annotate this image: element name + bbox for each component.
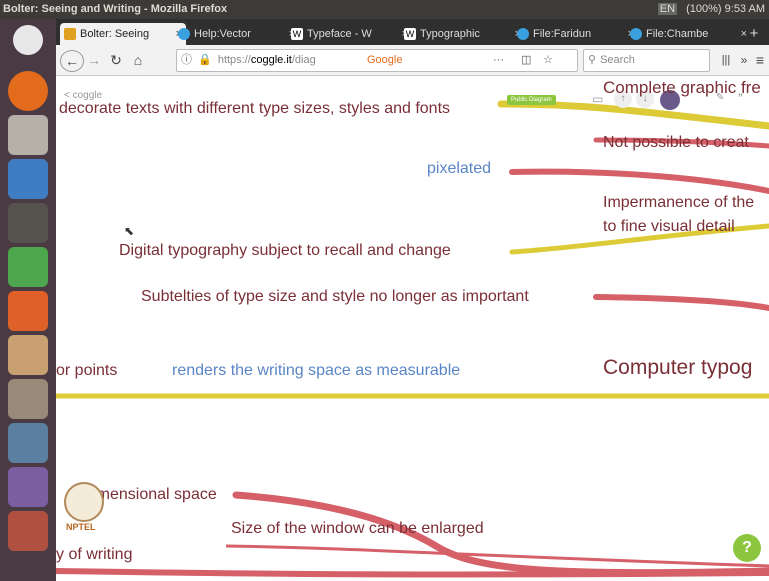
wiki-favicon-icon xyxy=(517,28,529,40)
tab-label: Typeface - W xyxy=(307,28,372,40)
calc-icon[interactable] xyxy=(8,247,48,287)
files-icon[interactable] xyxy=(8,115,48,155)
url-domain: coggle.it xyxy=(250,54,292,66)
mouse-cursor-icon: ⬉ xyxy=(124,224,135,238)
software-center-icon[interactable] xyxy=(8,291,48,331)
tab-typographic[interactable]: W Typographic× xyxy=(400,23,525,45)
node-impermanence-2[interactable]: to fine visual detail xyxy=(603,218,735,236)
branch-subtelties xyxy=(593,294,769,311)
node-not-possible[interactable]: Not possible to creat xyxy=(603,134,749,152)
tab-label: Bolter: Seeing xyxy=(80,28,150,40)
tab-help-vector[interactable]: Help:Vector× xyxy=(174,23,299,45)
dash-icon[interactable] xyxy=(13,25,43,55)
bookmark-star-icon[interactable]: ☆ xyxy=(543,50,553,71)
tab-bar: Bolter: Seeing× Help:Vector× W Typeface … xyxy=(56,19,769,45)
window-title: Bolter: Seeing and Writing - Mozilla Fir… xyxy=(3,3,228,15)
nptel-label: NPTEL xyxy=(66,522,96,532)
help-button[interactable]: ? xyxy=(733,534,761,562)
search-placeholder: Search xyxy=(600,54,635,66)
tab-label: Typographic xyxy=(420,28,480,40)
coggle-favicon-icon xyxy=(64,28,76,40)
url-bar[interactable]: ⓘ 🔒 https://coggle.it/diag Google ··· ◫ … xyxy=(176,49,578,72)
coggle-diagram[interactable]: < coggle Public Diagram ▭ ↑ ↓ ✎ ” decora… xyxy=(56,76,769,581)
firefox-icon[interactable] xyxy=(8,71,48,111)
info-icon[interactable]: ⓘ xyxy=(181,54,192,66)
tab-file-faridun[interactable]: File:Faridun× xyxy=(513,23,638,45)
new-tab-button[interactable]: + xyxy=(744,23,764,45)
keyboard-indicator[interactable]: EN xyxy=(657,3,678,15)
url-prefix: https:// xyxy=(217,54,251,66)
wiki-favicon-icon xyxy=(178,28,190,40)
app-icon-3[interactable] xyxy=(8,423,48,463)
status-area: EN (100%) 9:53 AM xyxy=(657,0,765,19)
reload-button[interactable]: ↻ xyxy=(108,50,124,70)
back-button[interactable]: ← xyxy=(60,50,84,72)
node-pixelated[interactable]: pixelated xyxy=(427,160,491,178)
top-panel: Bolter: Seeing and Writing - Mozilla Fir… xyxy=(0,0,769,19)
node-window-size[interactable]: Size of the window can be enlarged xyxy=(231,520,484,538)
node-impermanence-1[interactable]: Impermanence of the xyxy=(603,194,754,212)
overflow-menu-icon[interactable]: » xyxy=(738,50,750,70)
wikipedia-favicon-icon: W xyxy=(404,28,416,40)
nptel-emblem-icon xyxy=(64,482,104,522)
branch-writing xyxy=(56,568,769,578)
node-measurable[interactable]: renders the writing space as measurable xyxy=(172,362,460,380)
home-button[interactable]: ⌂ xyxy=(130,50,146,70)
branch-pixelated xyxy=(509,168,769,194)
url-path: /diag xyxy=(291,54,316,66)
nav-bar: ← → ↻ ⌂ ⓘ 🔒 https://coggle.it/diag Googl… xyxy=(56,45,769,76)
node-computer-typog[interactable]: Computer typog xyxy=(603,356,752,380)
node-subtelties[interactable]: Subtelties of type size and style no lon… xyxy=(141,288,529,306)
search-icon: ⚲ xyxy=(588,54,597,66)
library-icon[interactable]: ||| xyxy=(719,50,733,70)
node-decorate[interactable]: decorate texts with different type sizes… xyxy=(59,100,450,118)
writer-icon[interactable] xyxy=(8,159,48,199)
forward-button[interactable]: → xyxy=(86,50,102,70)
tab-label: Help:Vector xyxy=(194,28,251,40)
hamburger-menu-icon[interactable]: ≡ xyxy=(753,50,767,70)
battery-clock[interactable]: (100%) 9:53 AM xyxy=(686,3,765,15)
pocket-icon[interactable]: ◫ xyxy=(521,50,531,71)
app-icon-5[interactable] xyxy=(8,511,48,551)
search-input[interactable]: ⚲ Search xyxy=(583,49,710,72)
wikipedia-favicon-icon: W xyxy=(291,28,303,40)
tab-label: File:Faridun xyxy=(533,28,592,40)
tab-bolter[interactable]: Bolter: Seeing× xyxy=(60,23,186,45)
amazon-icon[interactable] xyxy=(8,335,48,375)
lock-icon: 🔒 xyxy=(198,54,212,66)
wiki-favicon-icon xyxy=(630,28,642,40)
nptel-logo: NPTEL xyxy=(62,478,122,581)
tab-file-chamber[interactable]: File:Chambe × xyxy=(626,23,751,45)
app-icon-4[interactable] xyxy=(8,467,48,507)
public-diagram-badge[interactable]: Public Diagram xyxy=(507,95,556,105)
app-icon-2[interactable] xyxy=(8,379,48,419)
node-complete-graphic[interactable]: Complete graphic fre xyxy=(603,78,761,98)
page-actions-icon[interactable]: ··· xyxy=(493,50,504,71)
node-or-points[interactable]: or points xyxy=(56,362,117,380)
app-icon[interactable] xyxy=(8,203,48,243)
node-digital-typography[interactable]: Digital typography subject to recall and… xyxy=(119,242,451,260)
tab-label: File:Chambe xyxy=(646,28,709,40)
search-engine-label[interactable]: Google xyxy=(367,50,402,71)
tab-typeface[interactable]: W Typeface - W× xyxy=(287,23,412,45)
comment-icon[interactable]: ▭ xyxy=(592,92,603,106)
launcher xyxy=(0,19,56,581)
